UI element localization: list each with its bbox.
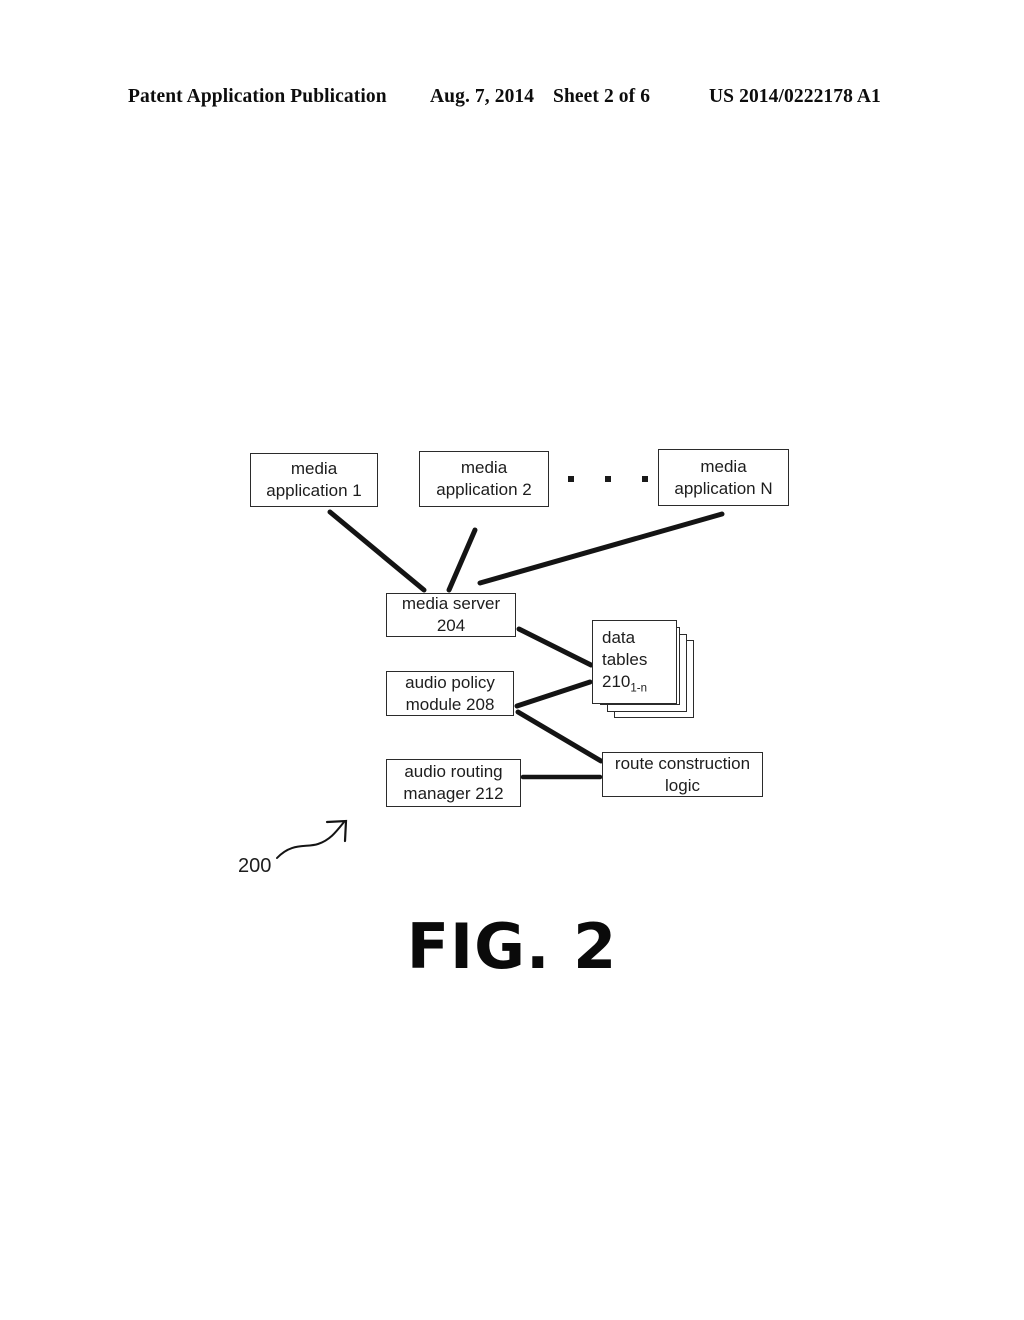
node-media-application-2-line1: media xyxy=(460,458,508,478)
node-audio-policy-module-line2: module 208 xyxy=(405,694,495,714)
node-media-server-line2: 204 xyxy=(436,616,466,635)
connector-audio-policy-to-route-logic xyxy=(515,709,604,764)
reference-numeral-200: 200 xyxy=(238,855,272,877)
node-data-tables-subscript: 1-n xyxy=(630,682,647,695)
node-route-construction-logic-line2: logic xyxy=(665,775,700,795)
node-media-application-n-line2: application N xyxy=(674,478,773,498)
node-media-application-n-line1: media xyxy=(700,456,747,476)
connector-audio-policy-to-data-tables xyxy=(514,679,593,709)
connector-appn-to-media-server xyxy=(477,511,725,586)
node-data-tables-line2: tables xyxy=(602,650,648,670)
node-media-application-2-line2: application 2 xyxy=(436,480,532,499)
connector-app1-to-media-server xyxy=(327,509,427,593)
node-data-tables[interactable]: data tables 2101-n xyxy=(592,620,677,704)
node-audio-policy-module-line1: audio policy xyxy=(405,672,495,692)
node-route-construction-logic[interactable]: route construction logic xyxy=(602,752,763,797)
reference-lead-line xyxy=(276,821,345,859)
node-media-application-n[interactable]: media application N xyxy=(658,449,789,506)
node-media-application-1-line1: media xyxy=(290,459,338,479)
node-data-tables-number: 210 xyxy=(602,672,631,692)
node-route-construction-logic-line1: route construction xyxy=(614,753,751,773)
reference-lead-arrowhead xyxy=(325,819,348,843)
ellipsis-dot-3 xyxy=(642,476,648,482)
node-audio-routing-manager-line2: manager 212 xyxy=(403,784,504,803)
node-audio-policy-module[interactable]: audio policy module 208 xyxy=(386,671,514,716)
node-media-application-1[interactable]: media application 1 xyxy=(250,453,378,507)
node-media-server[interactable]: media server 204 xyxy=(386,593,516,637)
node-media-application-2[interactable]: media application 2 xyxy=(419,451,549,507)
node-data-tables-line1: data xyxy=(602,628,636,648)
ellipsis-dot-1 xyxy=(568,476,574,482)
node-data-tables-line3: 2101-n xyxy=(602,671,647,696)
ellipsis-dot-2 xyxy=(605,476,611,482)
node-audio-routing-manager[interactable]: audio routing manager 212 xyxy=(386,759,521,807)
node-media-application-1-line2: application 1 xyxy=(266,481,362,500)
node-data-tables-stack[interactable]: data tables 2101-n xyxy=(592,620,696,722)
node-media-server-line1: media server xyxy=(401,594,501,614)
figure-2-diagram: media application 1 media application 2 … xyxy=(0,0,1024,1320)
connector-app2-to-media-server xyxy=(446,527,478,593)
connector-media-server-to-data-tables xyxy=(516,626,594,668)
node-audio-routing-manager-line1: audio routing xyxy=(404,762,503,782)
figure-caption: FIG. 2 xyxy=(406,910,618,983)
connector-lines xyxy=(276,509,725,859)
